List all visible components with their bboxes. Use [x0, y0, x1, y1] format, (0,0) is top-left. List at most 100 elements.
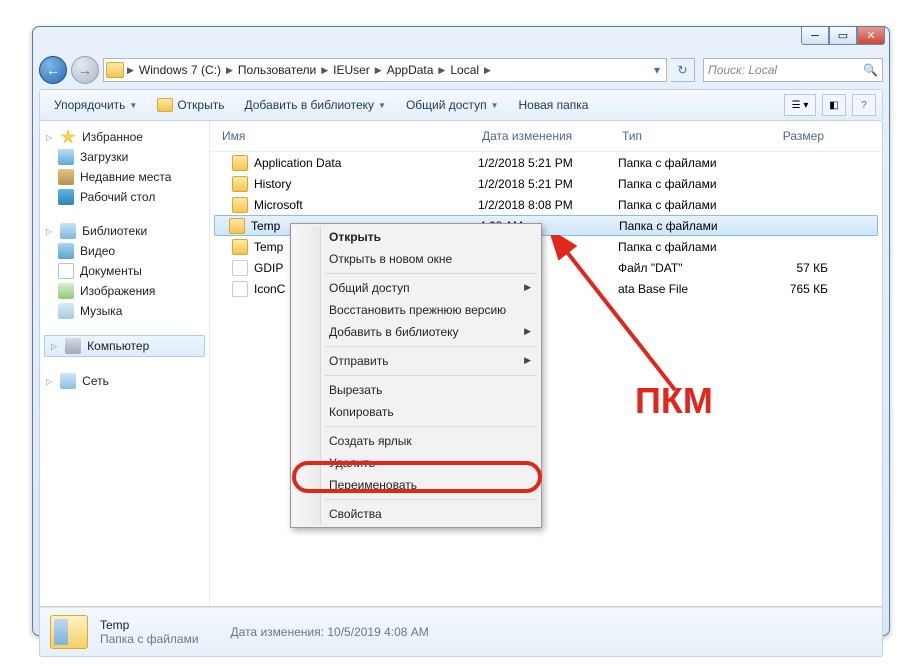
maximize-button[interactable]: ▭ — [829, 27, 857, 45]
file-name: History — [254, 177, 291, 191]
breadcrumb-seg[interactable]: Local — [446, 61, 483, 79]
address-bar[interactable]: ▶ Windows 7 (C:) ▶ Пользователи ▶ IEUser… — [103, 58, 667, 82]
share-button[interactable]: Общий доступ▼ — [398, 94, 507, 116]
details-name: Temp — [100, 618, 199, 632]
breadcrumb-seg[interactable]: AppData — [383, 61, 438, 79]
sidebar-downloads[interactable]: Загрузки — [40, 147, 209, 167]
organize-button[interactable]: Упорядочить▼ — [46, 94, 145, 116]
computer-icon — [65, 338, 81, 354]
ctx-open-new-window[interactable]: Открыть в новом окне — [293, 248, 539, 270]
chevron-right-icon[interactable]: ▶ — [126, 65, 135, 76]
ctx-delete[interactable]: Удалить — [293, 452, 539, 474]
star-icon — [60, 129, 76, 145]
preview-pane-button[interactable]: ◧ — [822, 94, 846, 116]
file-type: Папка с файлами — [618, 156, 758, 170]
folder-icon — [232, 197, 248, 213]
submenu-arrow-icon: ▶ — [524, 326, 531, 337]
breadcrumb-seg[interactable]: IEUser — [329, 61, 374, 79]
search-icon: 🔍 — [863, 63, 878, 77]
nav-bar: ← → ▶ Windows 7 (C:) ▶ Пользователи ▶ IE… — [39, 55, 883, 85]
titlebar[interactable]: ─ ▭ ✕ — [33, 27, 889, 55]
file-icon — [232, 281, 248, 297]
chevron-down-icon: ▼ — [491, 101, 499, 110]
file-name: GDIP — [254, 261, 283, 275]
sidebar-desktop[interactable]: Рабочий стол — [40, 187, 209, 207]
sidebar-music[interactable]: Музыка — [40, 301, 209, 321]
file-size: 765 КБ — [758, 282, 828, 296]
file-name: Microsoft — [254, 198, 303, 212]
col-date[interactable]: Дата изменения — [478, 127, 618, 145]
chevron-right-icon[interactable]: ▶ — [225, 65, 234, 76]
sidebar-recent[interactable]: Недавние места — [40, 167, 209, 187]
ctx-create-shortcut[interactable]: Создать ярлык — [293, 430, 539, 452]
sidebar-pictures[interactable]: Изображения — [40, 281, 209, 301]
chevron-down-icon[interactable]: ▾ — [650, 63, 664, 77]
details-type: Папка с файлами — [100, 632, 199, 646]
forward-button: → — [71, 56, 99, 84]
table-row[interactable]: Application Data 1/2/2018 5:21 PMПапка с … — [210, 152, 882, 173]
back-button[interactable]: ← — [39, 56, 67, 84]
col-size[interactable]: Размер — [758, 127, 828, 145]
ctx-rename[interactable]: Переименовать — [293, 474, 539, 496]
submenu-arrow-icon: ▶ — [524, 282, 531, 293]
breadcrumb-seg[interactable]: Пользователи — [234, 61, 320, 79]
search-input[interactable]: Поиск: Local 🔍 — [703, 58, 883, 82]
details-pane: Temp Папка с файлами Дата изменения: 10/… — [39, 607, 883, 657]
add-to-library-button[interactable]: Добавить в библиотеку▼ — [236, 94, 393, 116]
file-name: Application Data — [254, 156, 341, 170]
ctx-copy[interactable]: Копировать — [293, 401, 539, 423]
toolbar: Упорядочить▼ Открыть Добавить в библиоте… — [39, 89, 883, 121]
refresh-button[interactable]: ↻ — [671, 58, 695, 82]
details-meta: Дата изменения: 10/5/2019 4:08 AM — [231, 625, 429, 639]
sidebar-computer[interactable]: Компьютер — [44, 335, 205, 357]
file-type: Файл "DAT" — [618, 261, 758, 275]
file-date: 1/2/2018 5:21 PM — [478, 156, 618, 170]
help-button[interactable]: ? — [852, 94, 876, 116]
file-type: Папка с файлами — [619, 219, 759, 233]
network-icon — [60, 373, 76, 389]
file-name: Temp — [251, 219, 280, 233]
chevron-down-icon: ▼ — [378, 101, 386, 110]
ctx-send-to[interactable]: Отправить▶ — [293, 350, 539, 372]
view-mode-button[interactable]: ☰ ▾ — [784, 94, 816, 116]
sidebar-documents[interactable]: Документы — [40, 261, 209, 281]
new-folder-button[interactable]: Новая папка — [510, 94, 596, 116]
sidebar-videos[interactable]: Видео — [40, 241, 209, 261]
pictures-icon — [58, 283, 74, 299]
chevron-right-icon[interactable]: ▶ — [437, 65, 446, 76]
breadcrumb-seg[interactable]: Windows 7 (C:) — [135, 61, 225, 79]
column-headers[interactable]: Имя Дата изменения Тип Размер — [210, 121, 882, 152]
ctx-properties[interactable]: Свойства — [293, 503, 539, 525]
sidebar-libraries[interactable]: Библиотеки — [40, 221, 209, 241]
music-icon — [58, 303, 74, 319]
chevron-right-icon[interactable]: ▶ — [374, 65, 383, 76]
folder-icon — [232, 155, 248, 171]
folder-icon — [232, 176, 248, 192]
col-name[interactable]: Имя — [218, 127, 478, 145]
file-icon — [232, 260, 248, 276]
folder-icon — [232, 239, 248, 255]
file-size: 57 КБ — [758, 261, 828, 275]
sidebar: Избранное Загрузки Недавние места Рабочи… — [40, 121, 210, 606]
table-row[interactable]: History 1/2/2018 5:21 PMПапка с файлами — [210, 173, 882, 194]
minimize-button[interactable]: ─ — [801, 27, 829, 45]
ctx-open[interactable]: Открыть — [293, 226, 539, 248]
folder-icon — [229, 218, 245, 234]
open-button[interactable]: Открыть — [149, 94, 232, 116]
chevron-right-icon[interactable]: ▶ — [483, 65, 492, 76]
close-button[interactable]: ✕ — [857, 27, 885, 45]
ctx-restore-version[interactable]: Восстановить прежнюю версию — [293, 299, 539, 321]
ctx-cut[interactable]: Вырезать — [293, 379, 539, 401]
ctx-add-to-library[interactable]: Добавить в библиотеку▶ — [293, 321, 539, 343]
table-row[interactable]: Microsoft1/2/2018 8:08 PMПапка с файлами — [210, 194, 882, 215]
sidebar-favorites[interactable]: Избранное — [40, 127, 209, 147]
col-type[interactable]: Тип — [618, 127, 758, 145]
file-date: 1/2/2018 5:21 PM — [478, 177, 618, 191]
folder-icon — [106, 62, 124, 78]
recent-icon — [58, 169, 74, 185]
chevron-right-icon[interactable]: ▶ — [320, 65, 329, 76]
sidebar-network[interactable]: Сеть — [40, 371, 209, 391]
submenu-arrow-icon: ▶ — [524, 355, 531, 366]
file-type: Папка с файлами — [618, 177, 758, 191]
ctx-share[interactable]: Общий доступ▶ — [293, 277, 539, 299]
